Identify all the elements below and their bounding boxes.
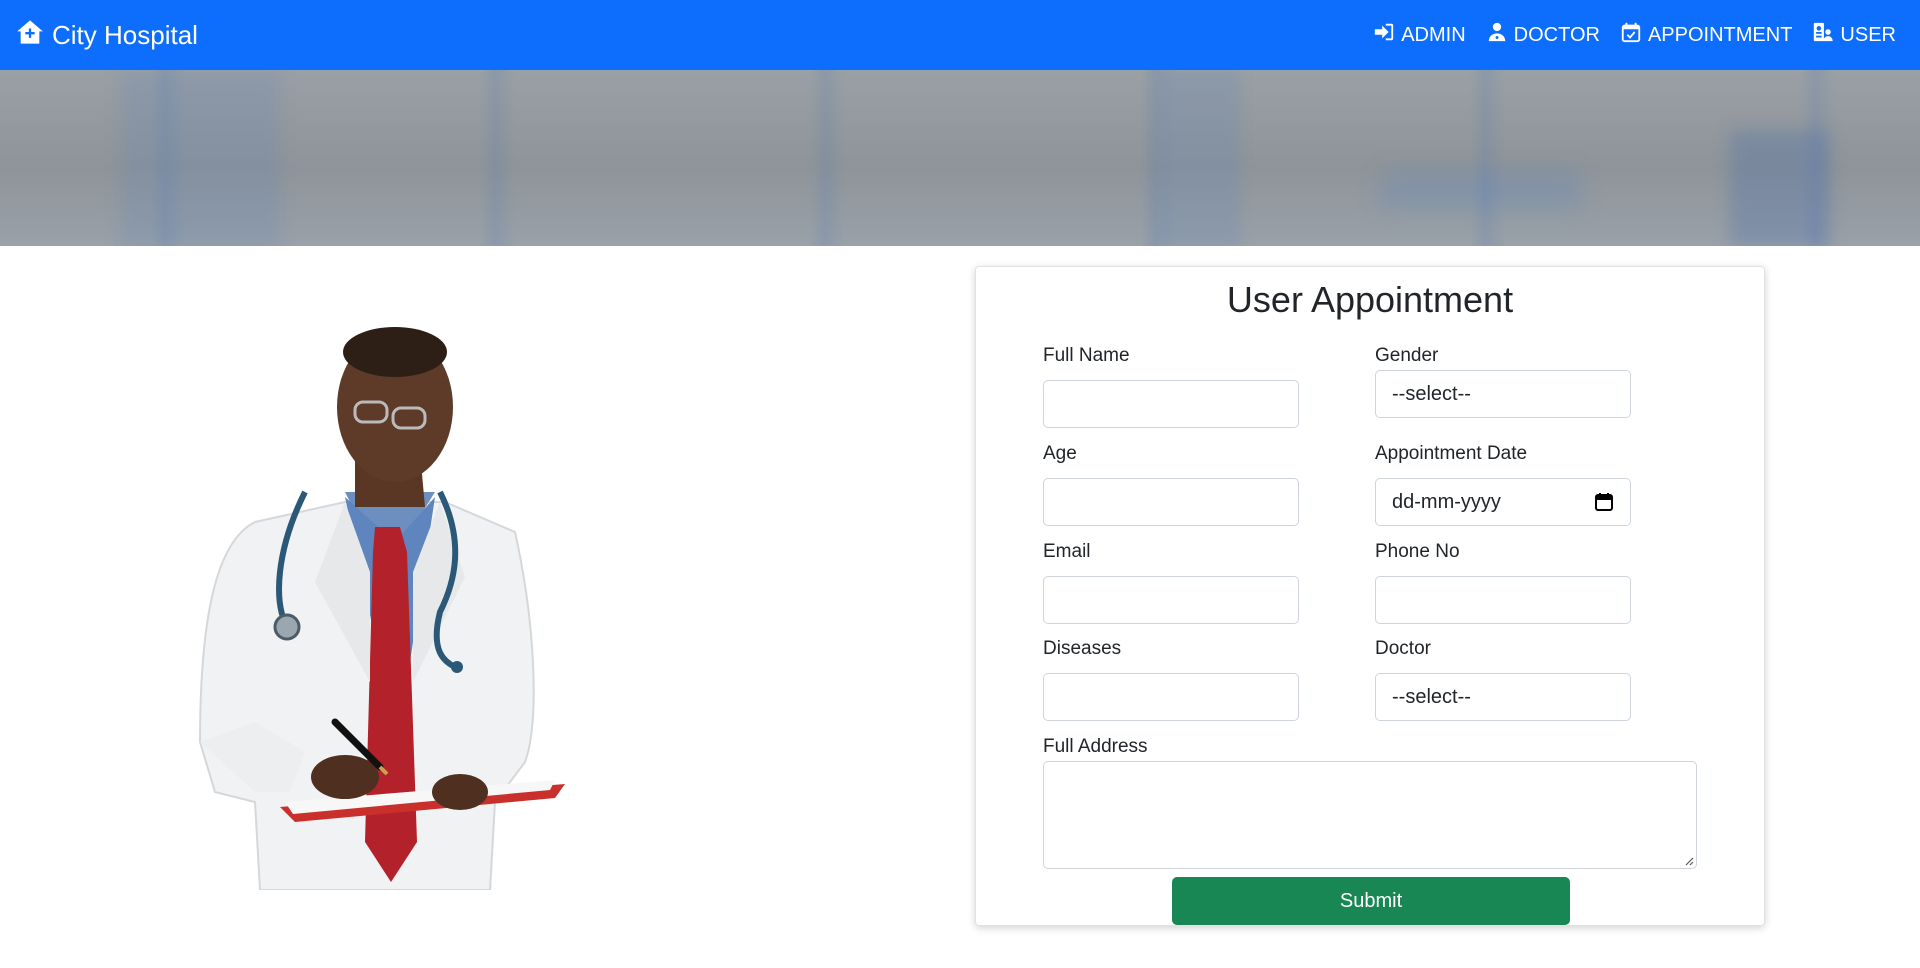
hospital-home-icon xyxy=(16,18,52,53)
full-name-input[interactable] xyxy=(1043,380,1299,428)
form-title: User Appointment xyxy=(1226,279,1514,320)
diseases-label: Diseases xyxy=(1043,638,1122,659)
doctor-label: Doctor xyxy=(1375,638,1431,659)
nav-user[interactable]: USER xyxy=(1812,21,1896,49)
nav-appointment-label: APPOINTMENT xyxy=(1647,23,1793,46)
nav-doctor[interactable]: DOCTOR xyxy=(1486,21,1600,49)
brand-name: City Hospital xyxy=(52,19,198,50)
doctor-select[interactable]: --select-- xyxy=(1375,673,1631,721)
doctor-icon xyxy=(1486,21,1514,49)
age-input[interactable] xyxy=(1043,478,1299,526)
appointment-date-placeholder: dd-mm-yyyy xyxy=(1392,490,1501,513)
nav-admin[interactable]: ADMIN xyxy=(1373,21,1466,49)
brand-link[interactable]: City Hospital xyxy=(16,18,198,53)
full-address-textarea[interactable] xyxy=(1043,761,1697,869)
diseases-input[interactable] xyxy=(1043,673,1299,721)
calendar-check-icon xyxy=(1620,21,1648,49)
phone-input[interactable] xyxy=(1375,576,1631,624)
email-input[interactable] xyxy=(1043,576,1299,624)
calendar-icon[interactable] xyxy=(1594,492,1614,512)
hero-banner xyxy=(0,70,1920,246)
appointment-date-input[interactable]: dd-mm-yyyy xyxy=(1375,478,1631,526)
email-label: Email xyxy=(1043,541,1091,562)
doctor-select-value: --select-- xyxy=(1392,685,1471,708)
appointment-form-card: User Appointment Full Name Gender --sele… xyxy=(975,266,1765,926)
user-id-icon xyxy=(1812,21,1840,49)
full-name-label: Full Name xyxy=(1043,345,1130,366)
gender-select[interactable]: --select-- xyxy=(1375,370,1631,418)
nav-appointment[interactable]: APPOINTMENT xyxy=(1620,21,1792,49)
login-icon xyxy=(1373,21,1401,49)
nav-links: ADMIN DOCTOR APPOINTMENT USER xyxy=(1373,21,1904,49)
gender-select-value: --select-- xyxy=(1392,382,1471,405)
doctor-illustration xyxy=(198,327,565,890)
nav-user-label: USER xyxy=(1840,23,1896,46)
gender-label: Gender xyxy=(1375,345,1439,366)
resize-grip-icon[interactable] xyxy=(1684,856,1694,866)
age-label: Age xyxy=(1043,443,1077,464)
nav-admin-label: ADMIN xyxy=(1401,23,1466,46)
nav-doctor-label: DOCTOR xyxy=(1513,23,1600,46)
submit-button[interactable]: Submit xyxy=(1172,877,1570,925)
phone-label: Phone No xyxy=(1375,541,1460,562)
appointment-date-label: Appointment Date xyxy=(1375,443,1528,464)
navbar: City Hospital ADMIN DOCTOR APPOINTMENT U… xyxy=(0,0,1920,70)
full-address-label: Full Address xyxy=(1043,736,1148,757)
